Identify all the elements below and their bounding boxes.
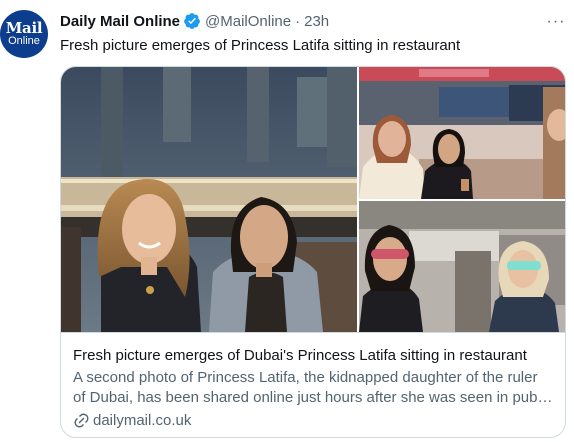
avatar-logo-line1: Mail	[5, 19, 43, 37]
card-domain-text[interactable]: dailymail.co.uk	[93, 412, 191, 429]
link-icon	[73, 412, 90, 429]
card-photo-restaurant	[359, 67, 565, 199]
card-photo-main	[61, 67, 357, 332]
more-options-icon[interactable]: ···	[546, 12, 566, 32]
card-description-line: A second photo of Princess Latifa, the k…	[73, 369, 538, 386]
author-handle[interactable]: @MailOnline	[205, 13, 291, 30]
tweet-timestamp[interactable]: 23h	[304, 13, 329, 30]
link-card[interactable]: Fresh picture emerges of Dubai's Princes…	[60, 66, 566, 438]
card-title[interactable]: Fresh picture emerges of Dubai's Princes…	[73, 346, 527, 366]
tweet-header: Daily Mail Online @MailOnline · 23h	[60, 11, 329, 31]
card-photo-car	[359, 201, 565, 332]
tweet-text: Fresh picture emerges of Princess Latifa…	[60, 37, 461, 54]
avatar-logo-line2: Online	[8, 35, 40, 47]
avatar[interactable]: Mail Online	[0, 10, 48, 58]
separator-dot: ·	[295, 12, 301, 30]
author-name[interactable]: Daily Mail Online	[60, 13, 180, 30]
card-description: A second photo of Princess Latifa, the k…	[73, 368, 553, 408]
card-description-line: of Dubai, has been shared online just ho…	[73, 389, 553, 406]
tweet[interactable]: Mail Online Daily Mail Online @MailOnlin…	[0, 0, 574, 442]
card-image-grid[interactable]	[61, 67, 565, 332]
verified-badge-icon	[183, 12, 201, 30]
card-body[interactable]: Fresh picture emerges of Dubai's Princes…	[61, 332, 565, 437]
card-domain[interactable]: dailymail.co.uk	[73, 412, 191, 429]
